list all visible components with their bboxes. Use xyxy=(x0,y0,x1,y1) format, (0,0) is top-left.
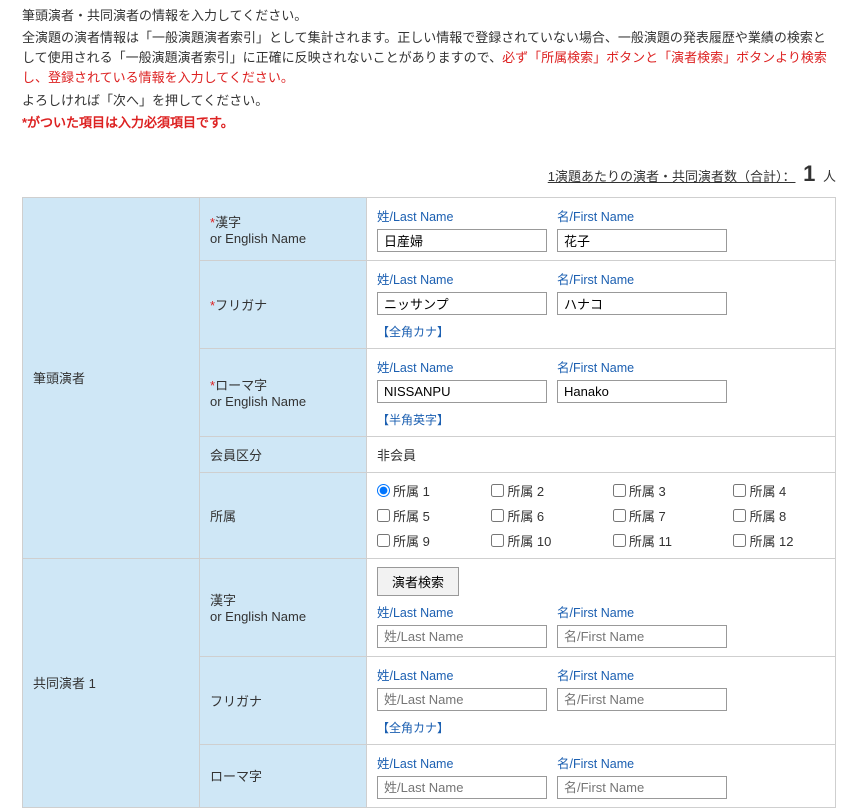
co1-furigana-label: フリガナ xyxy=(200,656,367,744)
aff-option-1[interactable]: 所属 1 xyxy=(377,481,461,500)
kana-hint: 【全角カナ】 xyxy=(377,719,547,736)
row-affiliation-body: 所属 1 所属 2 所属 3 所属 4 所属 5 所属 6 所属 7 所属 8 … xyxy=(367,472,836,558)
section-lead-presenter: 筆頭演者 xyxy=(23,197,200,558)
co1-kana-last-input[interactable] xyxy=(377,688,547,711)
lastname-label: 姓/Last Name xyxy=(377,753,547,772)
instruction-line-1: 筆頭演者・共同演者の情報を入力してください。 xyxy=(22,6,836,26)
aff-check-8[interactable] xyxy=(733,509,746,522)
aff-check-6[interactable] xyxy=(491,509,504,522)
kana-hint: 【全角カナ】 xyxy=(377,323,547,340)
presenter-search-button[interactable]: 演者検索 xyxy=(377,567,459,596)
co1-kanji-label: 漢字 or English Name xyxy=(200,558,367,656)
aff-check-11[interactable] xyxy=(613,534,626,547)
row-furigana-body: 姓/Last Name 【全角カナ】 名/First Name xyxy=(367,260,836,348)
aff-option-9[interactable]: 所属 9 xyxy=(377,531,461,550)
aff-check-10[interactable] xyxy=(491,534,504,547)
aff-option-8[interactable]: 所属 8 xyxy=(733,506,825,525)
lead-roma-last-input[interactable] xyxy=(377,380,547,403)
row-kanji-label: *漢字 or English Name xyxy=(200,197,367,260)
lastname-label: 姓/Last Name xyxy=(377,206,547,225)
instruction-line-3: よろしければ「次へ」を押してください。 xyxy=(22,91,836,111)
aff-option-11[interactable]: 所属 11 xyxy=(613,531,704,550)
aff-option-2[interactable]: 所属 2 xyxy=(491,481,583,500)
roma-hint: 【半角英字】 xyxy=(377,411,547,428)
row-kanji-body: 姓/Last Name 名/First Name xyxy=(367,197,836,260)
firstname-label: 名/First Name xyxy=(557,269,727,288)
firstname-label: 名/First Name xyxy=(557,206,727,225)
required-note: *がついた項目は入力必須項目です。 xyxy=(22,113,836,133)
aff-option-12[interactable]: 所属 12 xyxy=(733,531,825,550)
co1-kanji-body: 演者検索 姓/Last Name 名/First Name xyxy=(367,558,836,656)
lead-roma-first-input[interactable] xyxy=(557,380,727,403)
firstname-label: 名/First Name xyxy=(557,665,727,684)
aff-check-5[interactable] xyxy=(377,509,390,522)
co1-kanji-first-input[interactable] xyxy=(557,625,727,648)
co1-romaji-body: 姓/Last Name 名/First Name xyxy=(367,744,836,807)
aff-option-4[interactable]: 所属 4 xyxy=(733,481,825,500)
lastname-label: 姓/Last Name xyxy=(377,357,547,376)
aff-check-12[interactable] xyxy=(733,534,746,547)
co1-romaji-label: ローマ字 xyxy=(200,744,367,807)
aff-check-2[interactable] xyxy=(491,484,504,497)
aff-check-7[interactable] xyxy=(613,509,626,522)
aff-radio-1[interactable] xyxy=(377,484,390,497)
row-affiliation-label: 所属 xyxy=(200,472,367,558)
co1-roma-first-input[interactable] xyxy=(557,776,727,799)
lastname-label: 姓/Last Name xyxy=(377,269,547,288)
co1-furigana-body: 姓/Last Name 【全角カナ】 名/First Name xyxy=(367,656,836,744)
lastname-label: 姓/Last Name xyxy=(377,602,547,621)
lead-kanji-first-input[interactable] xyxy=(557,229,727,252)
count-label: 1演題あたりの演者・共同演者数（合計）： xyxy=(548,169,796,184)
aff-option-5[interactable]: 所属 5 xyxy=(377,506,461,525)
aff-check-9[interactable] xyxy=(377,534,390,547)
row-member-body: 非会員 xyxy=(367,436,836,472)
aff-option-10[interactable]: 所属 10 xyxy=(491,531,583,550)
row-furigana-label: *フリガナ xyxy=(200,260,367,348)
presenter-form-table: 筆頭演者 *漢字 or English Name 姓/Last Name 名/F… xyxy=(22,197,836,808)
lead-kanji-last-input[interactable] xyxy=(377,229,547,252)
instructions: 筆頭演者・共同演者の情報を入力してください。 全演題の演者情報は「一般演題演者索… xyxy=(22,6,836,133)
co1-kana-first-input[interactable] xyxy=(557,688,727,711)
aff-check-3[interactable] xyxy=(613,484,626,497)
row-romaji-body: 姓/Last Name 【半角英字】 名/First Name xyxy=(367,348,836,436)
lead-member-value: 非会員 xyxy=(377,448,416,463)
count-value: 1 xyxy=(803,161,815,186)
firstname-label: 名/First Name xyxy=(557,753,727,772)
row-romaji-label: *ローマ字 or English Name xyxy=(200,348,367,436)
lead-kana-first-input[interactable] xyxy=(557,292,727,315)
lastname-label: 姓/Last Name xyxy=(377,665,547,684)
co1-kanji-last-input[interactable] xyxy=(377,625,547,648)
count-unit: 人 xyxy=(823,169,836,184)
aff-option-6[interactable]: 所属 6 xyxy=(491,506,583,525)
co1-roma-last-input[interactable] xyxy=(377,776,547,799)
presenter-count: 1演題あたりの演者・共同演者数（合計）： 1 人 xyxy=(22,161,836,187)
instruction-line-2: 全演題の演者情報は「一般演題演者索引」として集計されます。正しい情報で登録されて… xyxy=(22,28,836,88)
lead-kana-last-input[interactable] xyxy=(377,292,547,315)
aff-check-4[interactable] xyxy=(733,484,746,497)
section-co-presenter-1: 共同演者 1 xyxy=(23,558,200,807)
aff-option-3[interactable]: 所属 3 xyxy=(613,481,704,500)
row-member-label: 会員区分 xyxy=(200,436,367,472)
aff-option-7[interactable]: 所属 7 xyxy=(613,506,704,525)
firstname-label: 名/First Name xyxy=(557,357,727,376)
firstname-label: 名/First Name xyxy=(557,602,727,621)
